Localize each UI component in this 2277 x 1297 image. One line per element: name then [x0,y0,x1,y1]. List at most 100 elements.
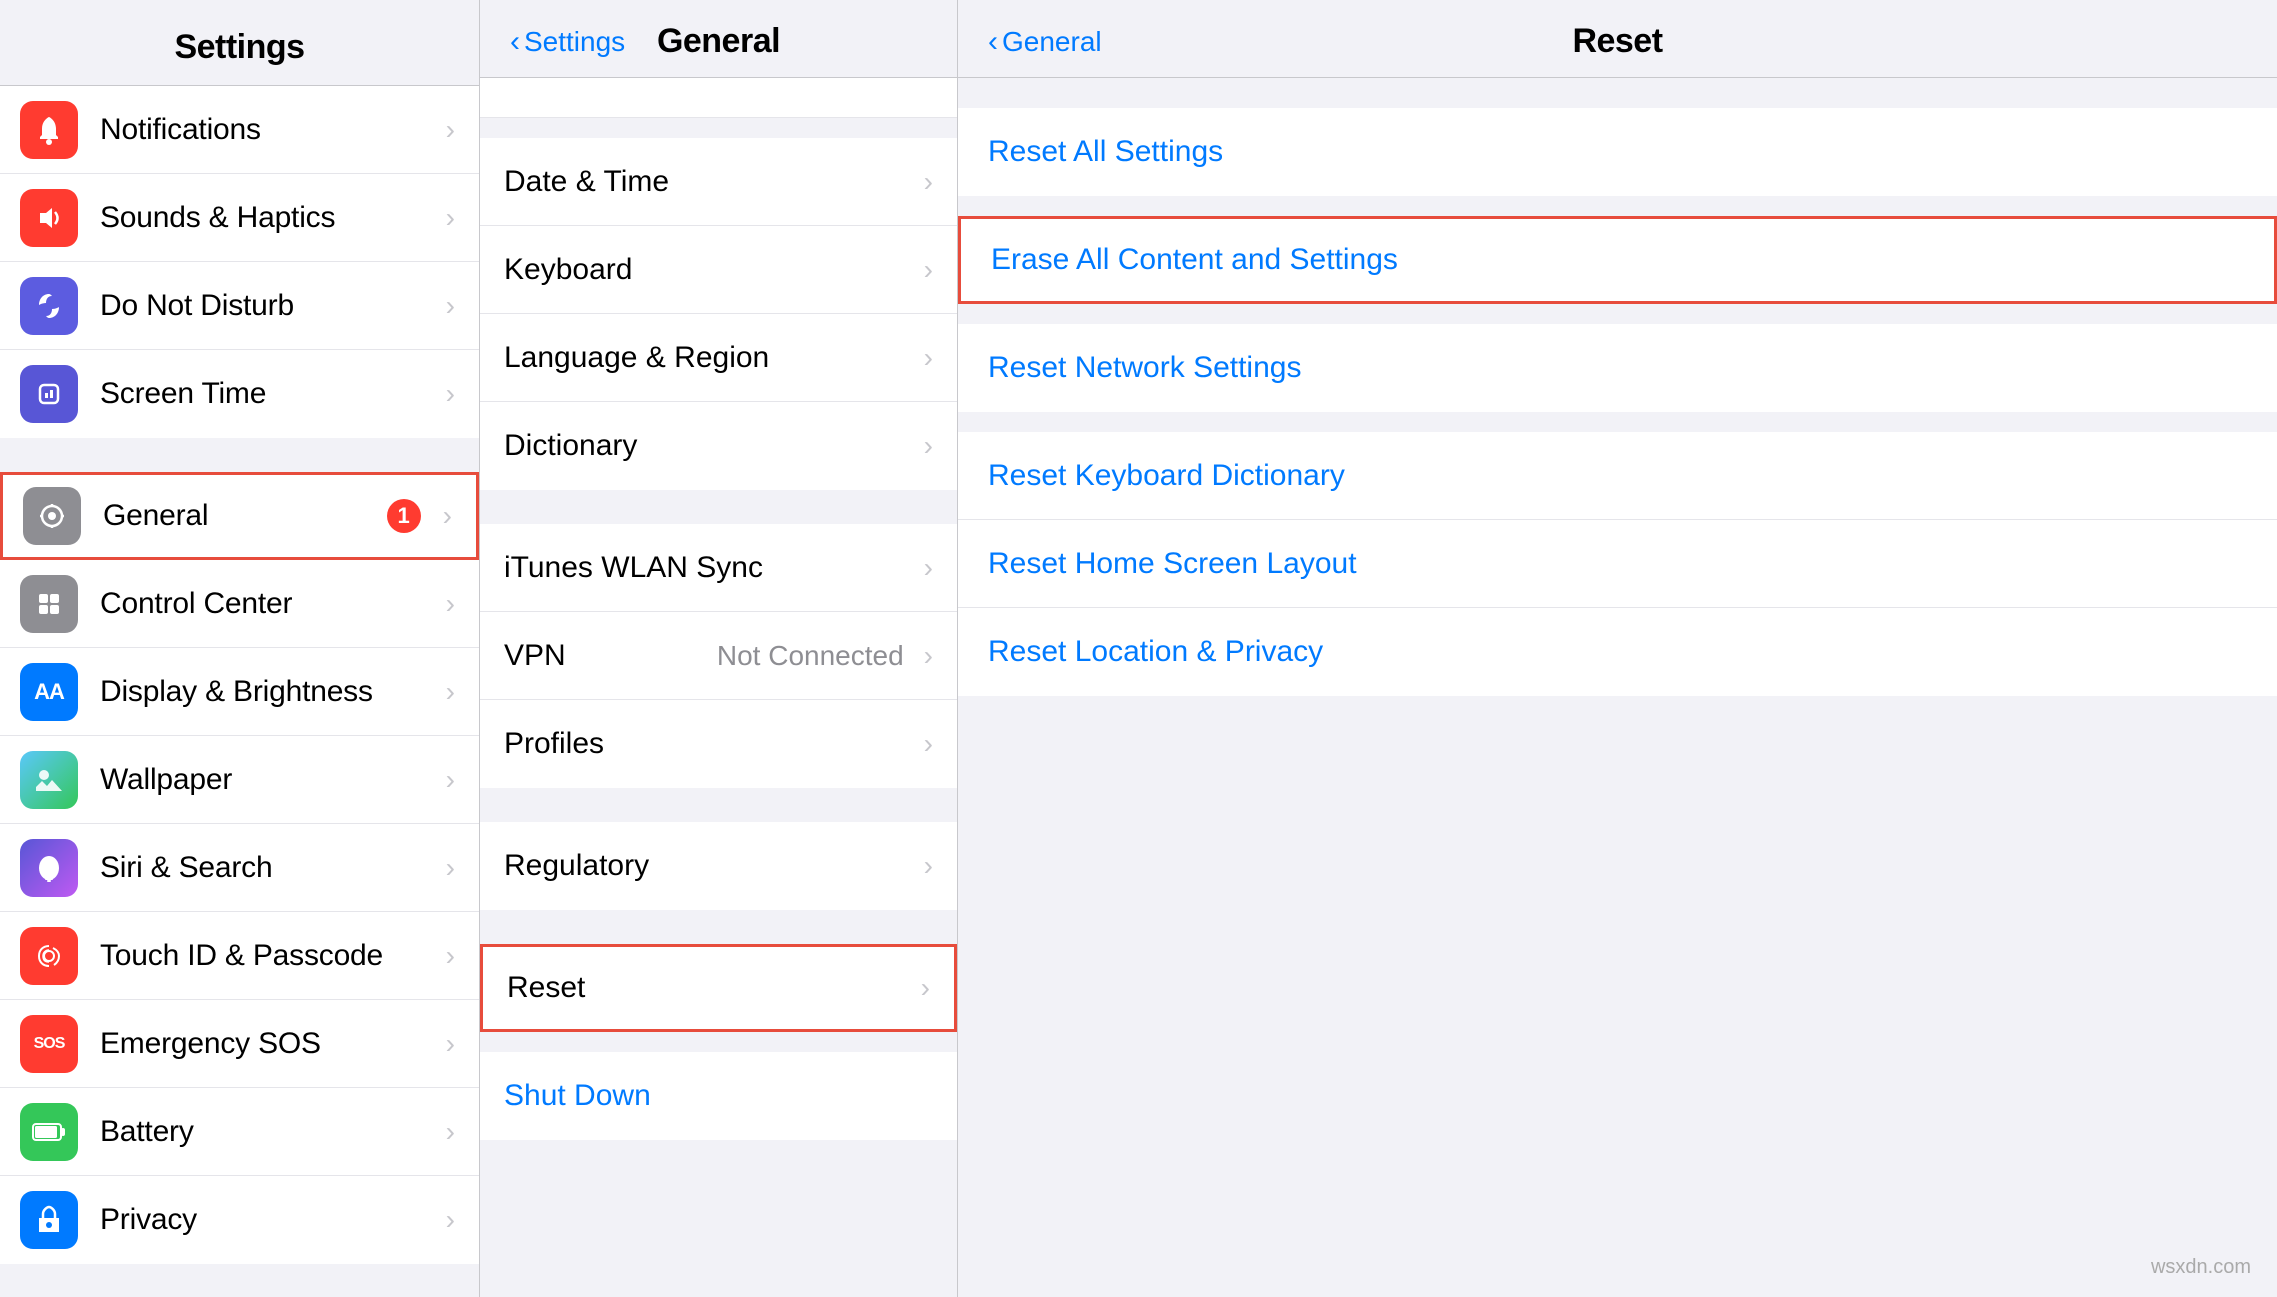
reset-item-erase-all[interactable]: Erase All Content and Settings [958,216,2277,304]
battery-icon [20,1103,78,1161]
notifications-chevron: › [446,114,455,146]
datetime-chevron: › [924,166,933,198]
general-back-label: Settings [524,26,625,58]
reset-list: Reset All Settings Erase All Content and… [958,78,2277,1297]
general-badge: 1 [387,499,421,533]
settings-group-1: Notifications › Sounds & Haptics › [0,86,479,438]
vpn-value: Not Connected [717,640,904,672]
sidebar-item-sirisearch[interactable]: Siri & Search › [0,824,479,912]
reset-column: ‹ General Reset Reset All Settings Erase… [958,0,2277,1297]
general-item-reset[interactable]: Reset › [480,944,957,1032]
settings-title: Settings [0,28,479,67]
displaybrightness-icon: AA [20,663,78,721]
general-header: ‹ Settings General [480,0,957,78]
vpn-chevron: › [924,640,933,672]
sirisearch-chevron: › [446,852,455,884]
watermark: wsxdn.com [2151,1256,2251,1279]
sounds-chevron: › [446,202,455,234]
sidebar-item-wallpaper[interactable]: Wallpaper › [0,736,479,824]
regulatory-chevron: › [924,850,933,882]
reset-item-keyboard[interactable]: Reset Keyboard Dictionary [958,432,2277,520]
reset-item-network[interactable]: Reset Network Settings [958,324,2277,412]
reset-item-location[interactable]: Reset Location & Privacy [958,608,2277,696]
emergencysos-icon: SOS [20,1015,78,1073]
general-item-ituneswlan[interactable]: iTunes WLAN Sync › [480,524,957,612]
emergencysos-label: Emergency SOS [100,1027,438,1061]
settings-group-2: General 1 › Control Center › [0,472,479,1264]
profiles-label: Profiles [504,727,916,761]
shutdown-label: Shut Down [504,1079,933,1113]
controlcenter-chevron: › [446,588,455,620]
touchid-chevron: › [446,940,455,972]
languageregion-label: Language & Region [504,341,916,375]
notifications-label: Notifications [100,113,438,147]
general-item-profiles[interactable]: Profiles › [480,700,957,788]
sidebar-item-notifications[interactable]: Notifications › [0,86,479,174]
sidebar-item-controlcenter[interactable]: Control Center › [0,560,479,648]
sidebar-item-battery[interactable]: Battery › [0,1088,479,1176]
reset-location-label: Reset Location & Privacy [988,635,2247,669]
dictionary-label: Dictionary [504,429,916,463]
reset-back-chevron: ‹ [988,27,998,57]
battery-label: Battery [100,1115,438,1149]
displaybrightness-chevron: › [446,676,455,708]
reset-back-button[interactable]: ‹ General [988,26,1102,58]
general-item-datetime[interactable]: Date & Time › [480,138,957,226]
languageregion-chevron: › [924,342,933,374]
reset-group-3: Reset Network Settings [958,324,2277,412]
touchid-label: Touch ID & Passcode [100,939,438,973]
touchid-icon [20,927,78,985]
wallpaper-icon [20,751,78,809]
reset-keyboard-label: Reset Keyboard Dictionary [988,459,2247,493]
privacy-chevron: › [446,1204,455,1236]
screentime-label: Screen Time [100,377,438,411]
donotdisturb-chevron: › [446,290,455,322]
general-group-shutdown: Shut Down [480,1052,957,1140]
reset-item-homescreen[interactable]: Reset Home Screen Layout [958,520,2277,608]
general-column: ‹ Settings General Date & Time › Keyboar… [480,0,958,1297]
displaybrightness-label: Display & Brightness [100,675,438,709]
general-item-dictionary[interactable]: Dictionary › [480,402,957,490]
general-label: General [103,499,387,533]
general-item-shutdown[interactable]: Shut Down [480,1052,957,1140]
emergencysos-chevron: › [446,1028,455,1060]
vpn-label: VPN [504,639,717,673]
sidebar-item-privacy[interactable]: Privacy › [0,1176,479,1264]
settings-header: Settings [0,0,479,86]
general-partial-item [480,78,957,118]
sidebar-item-donotdisturb[interactable]: Do Not Disturb › [0,262,479,350]
profiles-chevron: › [924,728,933,760]
sidebar-item-general[interactable]: General 1 › [0,472,479,560]
screentime-icon [20,365,78,423]
regulatory-label: Regulatory [504,849,916,883]
general-group-4: Reset › [480,944,957,1032]
settings-column: Settings Notifications › [0,0,480,1297]
general-item-regulatory[interactable]: Regulatory › [480,822,957,910]
keyboard-chevron: › [924,254,933,286]
sidebar-item-sounds[interactable]: Sounds & Haptics › [0,174,479,262]
sidebar-item-displaybrightness[interactable]: AA Display & Brightness › [0,648,479,736]
reset-item-all-settings[interactable]: Reset All Settings [958,108,2277,196]
wallpaper-chevron: › [446,764,455,796]
general-back-button[interactable]: ‹ Settings [510,26,625,58]
general-group-1: Date & Time › Keyboard › Language & Regi… [480,138,957,490]
datetime-label: Date & Time [504,165,916,199]
general-back-chevron: ‹ [510,27,520,57]
general-list: Date & Time › Keyboard › Language & Regi… [480,78,957,1297]
controlcenter-icon [20,575,78,633]
general-item-languageregion[interactable]: Language & Region › [480,314,957,402]
wallpaper-label: Wallpaper [100,763,438,797]
screentime-chevron: › [446,378,455,410]
sidebar-item-touchid[interactable]: Touch ID & Passcode › [0,912,479,1000]
general-item-keyboard[interactable]: Keyboard › [480,226,957,314]
reset-back-label: General [1002,26,1102,58]
ituneswlan-label: iTunes WLAN Sync [504,551,916,585]
sirisearch-label: Siri & Search [100,851,438,885]
reset-all-settings-label: Reset All Settings [988,135,2247,169]
sidebar-item-emergencysos[interactable]: SOS Emergency SOS › [0,1000,479,1088]
general-item-vpn[interactable]: VPN Not Connected › [480,612,957,700]
general-icon [23,487,81,545]
privacy-icon [20,1191,78,1249]
sidebar-item-screentime[interactable]: Screen Time › [0,350,479,438]
reset-label: Reset [507,971,913,1005]
